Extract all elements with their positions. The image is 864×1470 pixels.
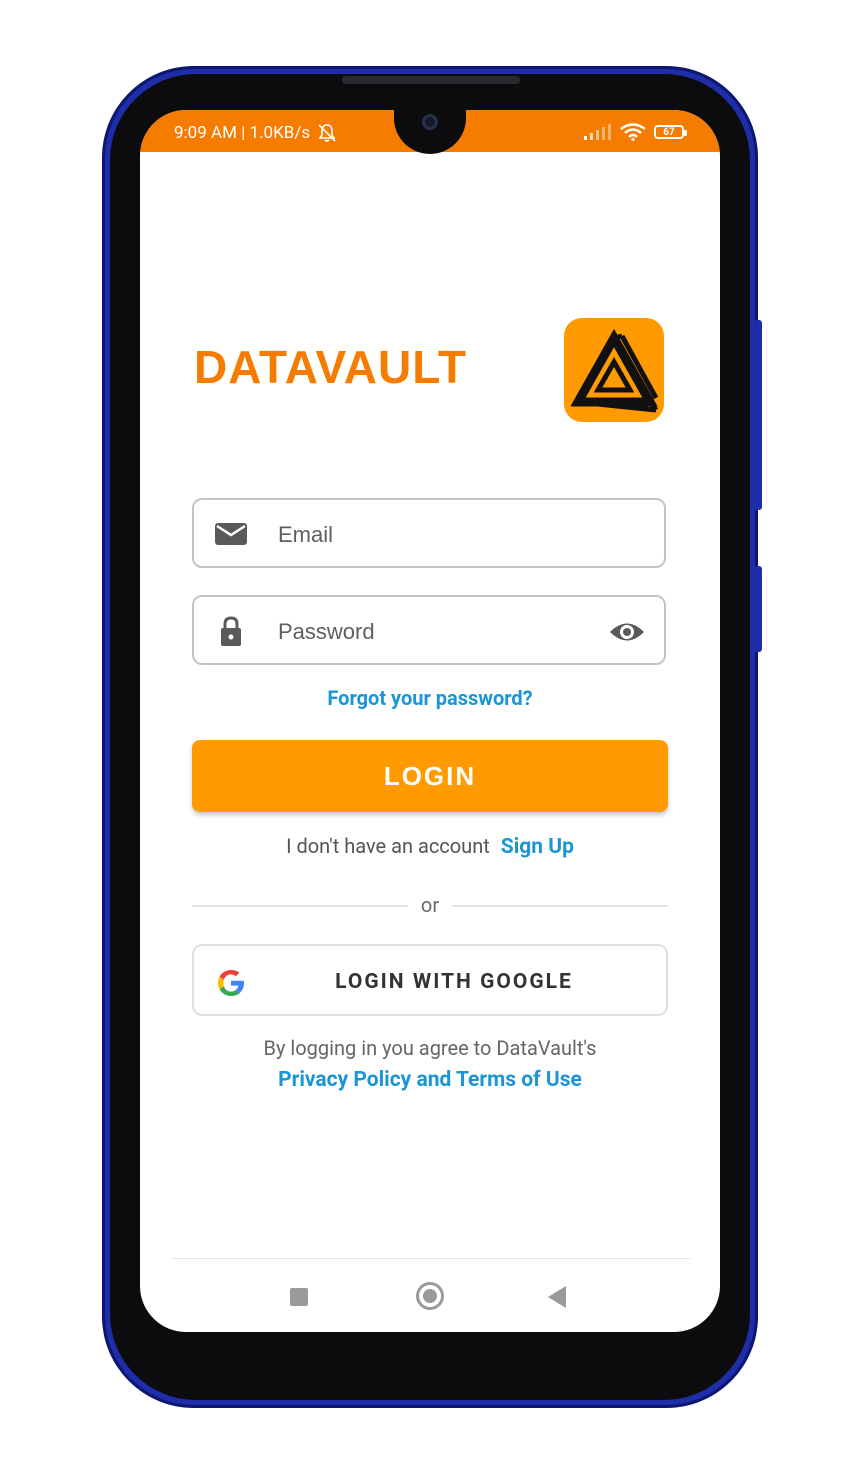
login-with-google-button[interactable]: LOGIN WITH GOOGLE bbox=[192, 944, 668, 1016]
status-time-speed: 9:09 AM | 1.0KB/s bbox=[174, 123, 311, 143]
no-account-text: I don't have an account bbox=[286, 834, 490, 858]
mail-icon bbox=[215, 523, 247, 545]
power-button bbox=[754, 566, 762, 652]
signup-row: I don't have an account Sign Up bbox=[140, 834, 720, 859]
password-field[interactable] bbox=[192, 595, 666, 665]
status-left: 9:09 AM | 1.0KB/s bbox=[174, 122, 338, 144]
battery-level: 67 bbox=[663, 126, 675, 138]
password-input[interactable] bbox=[276, 609, 600, 655]
divider-line-right bbox=[452, 905, 668, 907]
datavault-triangle-logo bbox=[570, 328, 659, 413]
eye-icon[interactable] bbox=[608, 619, 646, 645]
status-right: 67 bbox=[584, 123, 687, 141]
email-field[interactable] bbox=[192, 498, 666, 568]
nav-divider bbox=[172, 1258, 690, 1259]
wifi-icon bbox=[620, 123, 646, 141]
recent-apps-icon[interactable] bbox=[290, 1288, 308, 1306]
front-camera bbox=[422, 114, 438, 130]
earpiece-speaker bbox=[342, 76, 520, 84]
screen: 9:09 AM | 1.0KB/s 67 DATAVAULT Email For… bbox=[140, 110, 720, 1332]
forgot-password-link[interactable]: Forgot your password? bbox=[140, 686, 720, 710]
lock-icon bbox=[221, 616, 241, 646]
brand-name: DATAVAULT bbox=[194, 341, 468, 393]
mute-bell-icon bbox=[318, 124, 336, 142]
terms-agreement-text: By logging in you agree to DataVault's bbox=[263, 1036, 597, 1060]
sign-up-link[interactable]: Sign Up bbox=[501, 835, 574, 859]
privacy-policy-link[interactable]: Privacy Policy and Terms of Use bbox=[140, 1068, 720, 1092]
volume-button bbox=[754, 320, 762, 510]
google-button-label: LOGIN WITH GOOGLE bbox=[335, 970, 573, 994]
email-input[interactable] bbox=[276, 512, 600, 558]
battery-icon: 67 bbox=[654, 125, 687, 139]
or-divider: or bbox=[192, 893, 668, 918]
login-button[interactable]: LOGIN bbox=[192, 740, 668, 812]
home-icon[interactable] bbox=[416, 1282, 444, 1310]
navigation-bar bbox=[140, 1276, 720, 1318]
back-icon[interactable] bbox=[548, 1286, 566, 1308]
brand-logo bbox=[564, 318, 664, 422]
signal-icon bbox=[584, 124, 611, 140]
